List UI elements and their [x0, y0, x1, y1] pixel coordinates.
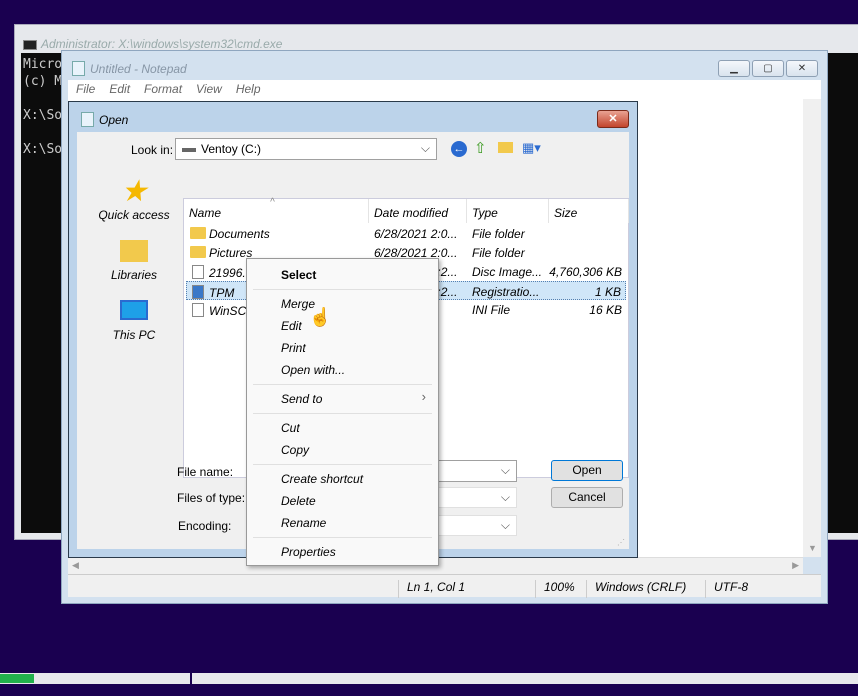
monitor-icon — [120, 300, 148, 320]
close-button[interactable]: ✕ — [786, 60, 818, 77]
menu-view[interactable]: View — [188, 80, 228, 96]
column-type[interactable]: Type — [467, 199, 549, 223]
menu-item-create-shortcut[interactable]: Create shortcut — [281, 472, 363, 486]
file-icon — [192, 303, 204, 317]
progress-fill — [0, 674, 35, 683]
up-folder-icon[interactable]: ⇧ — [474, 139, 487, 157]
chevron-right-icon: › — [421, 389, 426, 404]
cmd-title: Administrator: X:\windows\system32\cmd.e… — [23, 37, 282, 51]
separator — [253, 537, 432, 538]
new-folder-icon[interactable] — [498, 142, 513, 153]
notepad-icon — [72, 61, 85, 76]
menu-item-rename[interactable]: Rename — [281, 516, 326, 530]
chevron-down-icon: ⌵ — [420, 141, 430, 155]
menu-item-edit[interactable]: Edit — [281, 319, 302, 333]
menu-help[interactable]: Help — [228, 80, 267, 96]
menu-item-properties[interactable]: Properties — [281, 545, 336, 559]
column-date[interactable]: Date modified — [369, 199, 467, 223]
places-bar: ★ Quick access Libraries This PC — [85, 170, 170, 490]
drive-icon — [182, 147, 196, 152]
view-menu-icon[interactable]: ▦▾ — [522, 140, 541, 156]
separator — [253, 464, 432, 465]
menu-item-print[interactable]: Print — [281, 341, 306, 355]
status-encoding: UTF-8 — [705, 580, 748, 598]
folder-icon — [190, 246, 206, 258]
status-position: Ln 1, Col 1 — [398, 580, 465, 598]
status-zoom: 100% — [535, 580, 575, 598]
menu-item-cut[interactable]: Cut — [281, 421, 300, 435]
chevron-down-icon: ⌵ — [500, 518, 510, 532]
encoding-label: Encoding: — [178, 519, 232, 533]
hand-cursor-icon: ☝ — [309, 307, 332, 327]
menu-item-open-with[interactable]: Open with... — [281, 363, 345, 377]
look-in-dropdown[interactable]: Ventoy (C:) ⌵ — [175, 138, 437, 160]
progress-track-secondary — [192, 673, 858, 684]
menu-edit[interactable]: Edit — [101, 80, 136, 96]
place-quick-access[interactable]: ★ Quick access — [85, 175, 183, 223]
back-icon[interactable]: ← — [451, 141, 467, 157]
dialog-title: Open — [99, 113, 129, 127]
star-icon: ★ — [120, 175, 148, 208]
menu-item-delete[interactable]: Delete — [281, 494, 316, 508]
menu-format[interactable]: Format — [136, 80, 188, 96]
separator — [253, 413, 432, 414]
folder-icon — [190, 227, 206, 239]
chevron-down-icon: ⌵ — [500, 490, 510, 504]
cancel-button[interactable]: Cancel — [551, 487, 623, 508]
file-row[interactable]: Documents 6/28/2021 2:0... File folder — [186, 224, 626, 243]
menu-item-copy[interactable]: Copy — [281, 443, 309, 457]
maximize-button[interactable]: ▢ — [752, 60, 784, 77]
separator — [253, 289, 432, 290]
vertical-scrollbar[interactable]: ▼ — [803, 99, 821, 557]
file-name-label: File name: — [177, 465, 234, 479]
sort-ascending-icon: ^ — [270, 197, 275, 208]
registry-file-icon — [192, 285, 204, 299]
dialog-close-button[interactable]: ✕ — [597, 110, 629, 128]
progress-bar — [0, 673, 858, 684]
column-size[interactable]: Size — [549, 199, 629, 223]
chevron-down-icon: ⌵ — [500, 463, 510, 477]
disc-image-icon — [192, 265, 204, 279]
dialog-icon — [81, 112, 94, 127]
look-in-label: Look in: — [131, 143, 174, 157]
files-of-type-label: Files of type: — [177, 491, 246, 505]
notepad-title: Untitled - Notepad — [90, 62, 187, 76]
status-bar: Ln 1, Col 1 100% Windows (CRLF) UTF-8 — [68, 574, 821, 598]
folder-icon — [120, 240, 148, 262]
place-this-pc[interactable]: This PC — [85, 298, 183, 342]
column-name[interactable]: Name ^ — [184, 197, 369, 223]
context-menu: Select Merge Edit Print Open with... Sen… — [246, 258, 439, 566]
menu-item-select[interactable]: Select — [281, 268, 316, 282]
separator — [253, 384, 432, 385]
menu-bar: File Edit Format View Help — [68, 80, 821, 99]
minimize-button[interactable]: ▁ — [718, 60, 750, 77]
menu-file[interactable]: File — [68, 80, 101, 96]
cmd-icon — [23, 39, 37, 50]
resize-grip-icon[interactable]: ⋰ — [617, 538, 625, 547]
status-line-ending: Windows (CRLF) — [586, 580, 686, 598]
menu-item-send-to[interactable]: Send to — [281, 392, 322, 406]
open-button[interactable]: Open — [551, 460, 623, 481]
place-libraries[interactable]: Libraries — [85, 238, 183, 282]
